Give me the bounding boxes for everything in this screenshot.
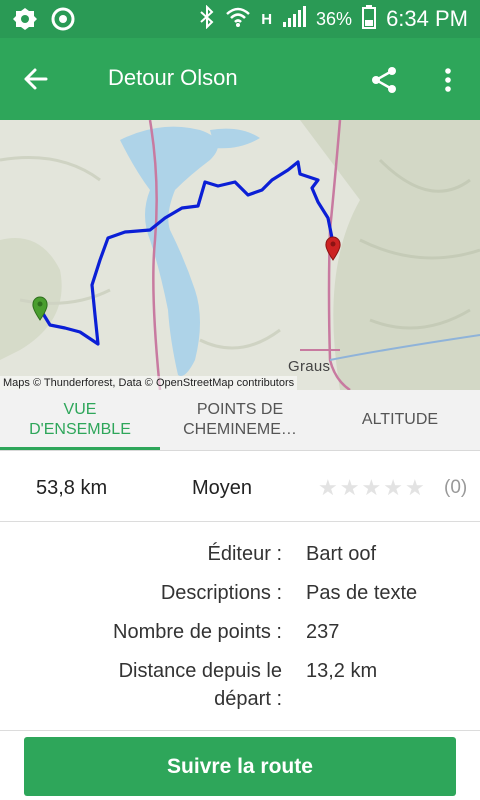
tab-active-indicator (0, 447, 160, 450)
divider (0, 730, 480, 731)
star-icon: ★ (383, 475, 403, 500)
battery-icon (362, 4, 377, 34)
route-difficulty: Moyen (192, 477, 253, 499)
tab-overview-line2: D'ENSEMBLE (29, 421, 131, 438)
map-town-label: Graus (288, 358, 331, 375)
tab-altitude-label: ALTITUDE (361, 411, 439, 428)
route-summary: 53,8 km Moyen ★ ★ ★ ★ ★ (0) (0, 451, 480, 522)
tab-waypoints[interactable]: POINTS DE CHEMINEME… (160, 390, 320, 450)
star-icon: ★ (339, 475, 360, 500)
tab-overview[interactable]: VUE D'ENSEMBLE (0, 390, 160, 450)
detail-label: Éditeur : (207, 543, 282, 565)
rating-stars[interactable]: ★ ★ ★ ★ ★ (318, 475, 425, 501)
bluetooth-icon (199, 4, 215, 34)
route-distance: 53,8 km (36, 477, 108, 499)
tab-waypoints-line1: POINTS DE (196, 401, 284, 418)
more-vert-icon[interactable] (432, 64, 464, 96)
tab-altitude[interactable]: ALTITUDE (320, 390, 480, 450)
network-type-label: H (261, 10, 273, 28)
page-title: Detour Olson (108, 65, 238, 90)
star-icon: ★ (361, 475, 382, 500)
rating-count: (0) (444, 477, 468, 498)
sync-icon (50, 6, 76, 37)
detail-label: Descriptions : (160, 582, 282, 604)
signal-icon (282, 5, 307, 33)
detail-value: 237 (306, 621, 340, 643)
detail-value: 13,2 km (306, 660, 378, 682)
status-bar: H 36% 6:34 PM (0, 0, 480, 38)
tab-waypoints-line2: CHEMINEME… (183, 421, 297, 438)
clock: 6:34 PM (386, 6, 468, 31)
detail-label: Nombre de points : (113, 621, 282, 643)
app-bar: Detour Olson (0, 38, 480, 120)
wifi-icon (225, 6, 251, 33)
star-icon: ★ (404, 475, 425, 500)
detail-value: Bart oof (306, 543, 377, 565)
share-icon[interactable] (368, 64, 400, 96)
follow-route-button[interactable]: Suivre la route (24, 737, 456, 796)
tab-overview-line1: VUE (63, 401, 97, 418)
route-map[interactable]: Graus Maps © Thunderforest, Data © OpenS… (0, 120, 480, 390)
star-icon: ★ (318, 475, 338, 500)
map-attribution[interactable]: Maps © Thunderforest, Data © OpenStreetM… (0, 376, 298, 390)
settings-icon (12, 6, 38, 37)
back-arrow-icon[interactable] (20, 63, 52, 95)
tab-bar: VUE D'ENSEMBLE POINTS DE CHEMINEME… ALTI… (0, 390, 480, 451)
map-canvas (0, 120, 480, 390)
detail-value: Pas de texte (306, 582, 418, 604)
detail-label: Distance depuis le départ : (118, 660, 282, 710)
battery-percent: 36% (316, 8, 353, 29)
